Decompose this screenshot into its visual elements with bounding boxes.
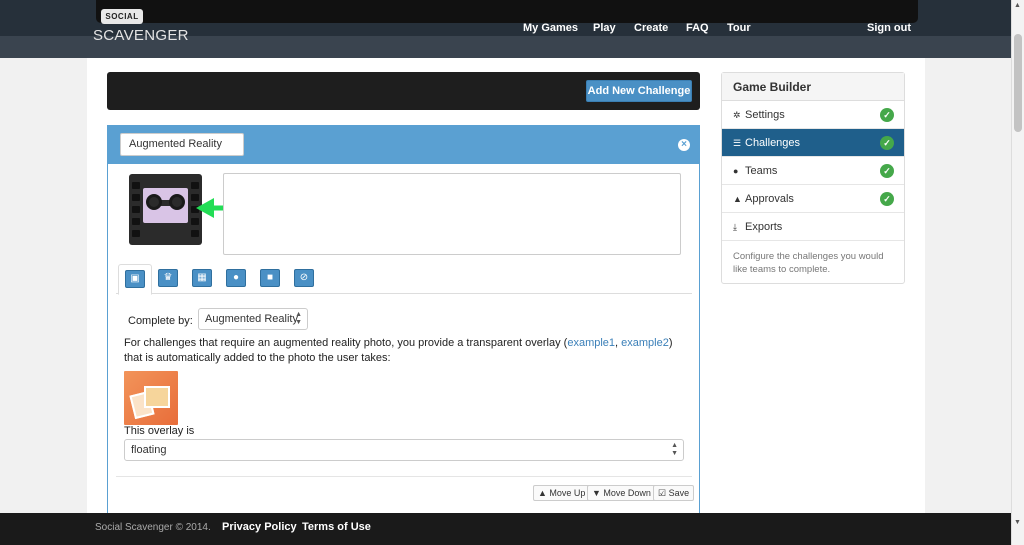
scrollbar-thumb[interactable] xyxy=(1014,34,1022,132)
film-hole xyxy=(191,182,199,189)
gear-icon: ✲ xyxy=(733,110,741,120)
check-circle-icon: ✓ xyxy=(880,136,894,150)
move-down-label: Move Down xyxy=(603,488,651,498)
nav-play[interactable]: Play xyxy=(593,22,616,34)
sidebar-item-label: Settings xyxy=(745,109,785,121)
sidebar-item-challenges[interactable]: ☰ Challenges ✓ xyxy=(722,129,904,157)
challenge-card: Augmented Reality × ▣ ♛ ▦ ● ■ ⊘ Complete… xyxy=(107,125,700,515)
logo-badge[interactable]: SOCIAL xyxy=(101,9,143,24)
film-hole xyxy=(132,230,140,237)
photo-card xyxy=(144,386,170,408)
card-divider xyxy=(116,476,692,477)
nav-tour[interactable]: Tour xyxy=(727,22,751,34)
tab-visibility[interactable]: ⊘ xyxy=(288,264,322,294)
eye-slash-icon: ⊘ xyxy=(294,269,314,287)
challenge-card-header: Augmented Reality × xyxy=(108,126,699,164)
check-circle-icon: ✓ xyxy=(880,192,894,206)
sidebar-help-text: Configure the challenges you would like … xyxy=(733,251,884,275)
user-icon: ● xyxy=(733,166,739,176)
help-text-start: For challenges that require an augmented… xyxy=(124,337,568,349)
reel-icon xyxy=(169,194,185,210)
sidebar-item-label: Challenges xyxy=(745,137,801,149)
film-hole xyxy=(132,194,140,201)
check-circle-icon: ✓ xyxy=(880,108,894,122)
sidebar-item-label: Teams xyxy=(745,165,778,177)
page-footer: Social Scavenger © 2014. Privacy Policy … xyxy=(0,513,1011,545)
select-caret-icon: ▲ ▼ xyxy=(295,311,302,326)
film-hole xyxy=(132,218,140,225)
lock-icon: ■ xyxy=(260,269,280,287)
nav-faq[interactable]: FAQ xyxy=(686,22,709,34)
overlay-help-text: For challenges that require an augmented… xyxy=(124,336,684,366)
tab-location[interactable]: ● xyxy=(220,264,254,294)
film-hole xyxy=(132,182,140,189)
nav-create[interactable]: Create xyxy=(634,22,668,34)
overlay-type-select[interactable]: floating ▲ ▼ xyxy=(124,439,684,461)
save-button[interactable]: ☑ Save xyxy=(653,485,695,501)
sidebar-item-settings[interactable]: ✲ Settings ✓ xyxy=(722,101,904,129)
reel-icon xyxy=(146,194,162,210)
move-down-button[interactable]: ▼ Move Down xyxy=(587,485,656,501)
tab-image[interactable]: ▣ xyxy=(118,264,152,295)
logo-text[interactable]: SCAVENGER xyxy=(93,27,189,44)
map-marker-icon: ● xyxy=(226,269,246,287)
complete-by-value: Augmented Reality xyxy=(205,313,298,325)
sidebar-item-teams[interactable]: ● Teams ✓ xyxy=(722,157,904,185)
sidebar-item-label: Exports xyxy=(745,221,783,233)
complete-by-select[interactable]: Augmented Reality ▲ ▼ xyxy=(198,308,308,330)
film-hole xyxy=(132,206,140,213)
complete-by-label: Complete by: xyxy=(128,315,193,327)
trophy-icon: ♛ xyxy=(158,269,178,287)
scroll-up-icon[interactable]: ▲ xyxy=(1014,2,1021,9)
move-up-label: Move Up xyxy=(549,488,586,498)
overlay-type-value: floating xyxy=(131,444,167,456)
sidebar-item-exports[interactable]: ⤓ Exports xyxy=(722,213,904,241)
film-hole xyxy=(191,230,199,237)
thumbs-up-icon: ▲ xyxy=(733,194,742,204)
close-icon[interactable]: × xyxy=(678,139,690,151)
game-builder-panel: Game Builder ✲ Settings ✓ ☰ Challenges ✓ ●… xyxy=(721,72,905,284)
picture-icon: ▣ xyxy=(125,270,145,288)
copyright-text: Social Scavenger © 2014. xyxy=(95,522,211,533)
challenge-description-textarea[interactable] xyxy=(223,173,681,255)
challenge-type-image[interactable] xyxy=(129,174,202,245)
scroll-down-icon[interactable]: ▼ xyxy=(1014,519,1021,526)
tab-lock[interactable]: ■ xyxy=(254,264,288,294)
add-new-challenge-button[interactable]: Add New Challenge xyxy=(586,80,692,102)
challenge-title-input[interactable]: Augmented Reality xyxy=(120,133,244,156)
privacy-policy-link[interactable]: Privacy Policy xyxy=(222,521,297,533)
example1-link[interactable]: example1 xyxy=(567,337,615,349)
sidebar-item-approvals[interactable]: ▲ Approvals ✓ xyxy=(722,185,904,213)
list-icon: ☰ xyxy=(733,138,742,148)
select-caret-icon: ▲ ▼ xyxy=(671,442,678,457)
move-up-button[interactable]: ▲ Move Up xyxy=(533,485,591,501)
calendar-icon: ▦ xyxy=(192,269,212,287)
save-label: Save xyxy=(668,488,690,498)
tab-trophy[interactable]: ♛ xyxy=(152,264,186,294)
overlay-type-label: This overlay is xyxy=(124,425,195,437)
download-icon: ⤓ xyxy=(733,222,737,232)
nav-sign-out[interactable]: Sign out xyxy=(867,22,911,34)
arrow-down-icon: ▼ xyxy=(592,488,604,498)
game-builder-title: Game Builder xyxy=(722,73,904,101)
tab-calendar[interactable]: ▦ xyxy=(186,264,220,294)
terms-of-use-link[interactable]: Terms of Use xyxy=(302,521,371,533)
checkbox-icon: ☑ xyxy=(658,488,669,498)
arrow-up-icon: ▲ xyxy=(538,488,550,498)
check-circle-icon: ✓ xyxy=(880,164,894,178)
nav-my-games[interactable]: My Games xyxy=(523,22,578,34)
example2-link[interactable]: example2 xyxy=(621,337,669,349)
challenge-tabs: ▣ ♛ ▦ ● ■ ⊘ xyxy=(116,264,692,295)
sidebar-item-label: Approvals xyxy=(745,193,794,205)
navbar-strip xyxy=(96,0,918,23)
overlay-image-thumbnail[interactable] xyxy=(124,371,178,425)
page-scrollbar[interactable]: ▲ ▼ xyxy=(1011,0,1024,545)
